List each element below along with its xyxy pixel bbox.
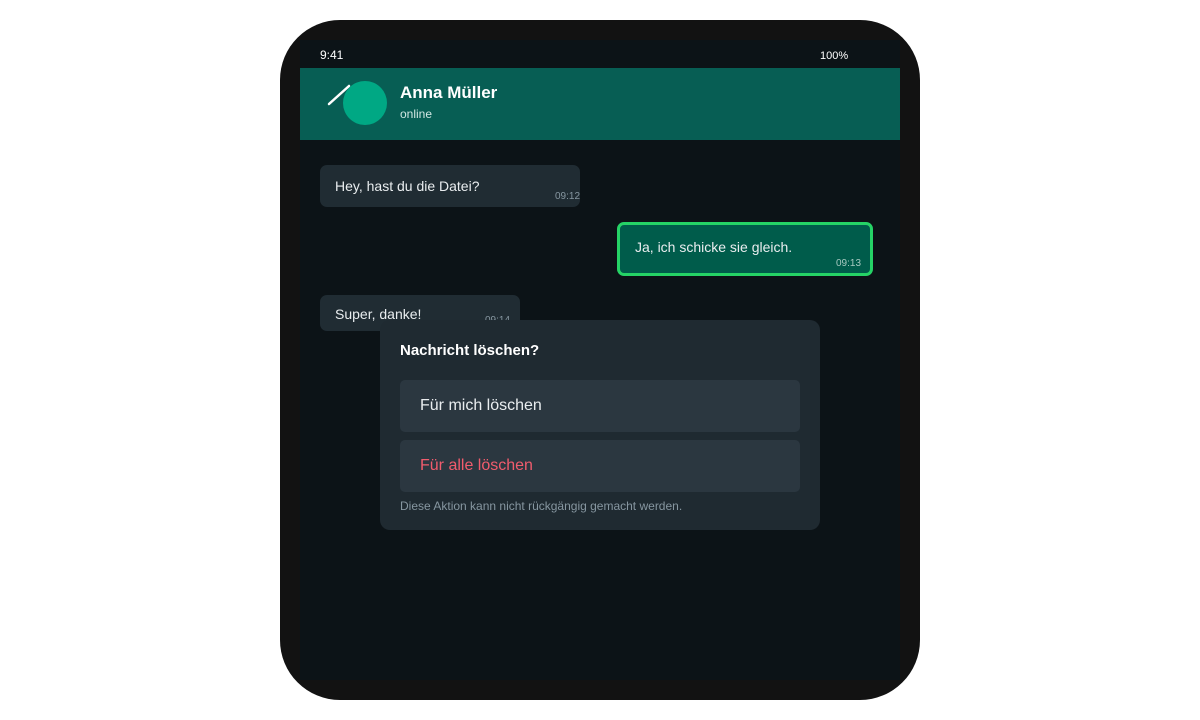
message-bubble-incoming[interactable]: Hey, hast du die Datei? 09:12 <box>320 165 580 207</box>
dialog-warning-note: Diese Aktion kann nicht rückgängig gemac… <box>400 499 683 513</box>
status-bar: 9:41 100% <box>300 40 900 68</box>
message-time: 09:12 <box>555 191 580 202</box>
status-time: 9:41 <box>320 48 344 62</box>
message-time: 09:13 <box>836 258 862 269</box>
message-text: Ja, ich schicke sie gleich. <box>635 239 793 255</box>
dialog-title: Nachricht löschen? <box>400 342 540 359</box>
chat-header: Anna Müller online <box>300 68 900 140</box>
contact-status: online <box>400 107 433 121</box>
delete-for-me-button[interactable]: Für mich löschen <box>400 380 800 432</box>
delete-for-me-label: Für mich löschen <box>420 397 542 414</box>
chat-screen: 9:41 100% Anna Müller online Hey, hast d… <box>300 40 900 680</box>
delete-message-dialog: Nachricht löschen? Für mich löschen Für … <box>380 320 820 530</box>
message-text: Hey, hast du die Datei? <box>335 178 480 194</box>
phone-frame: 9:41 100% Anna Müller online Hey, hast d… <box>280 20 920 700</box>
contact-name[interactable]: Anna Müller <box>400 83 497 103</box>
message-bubble-outgoing-selected[interactable]: Ja, ich schicke sie gleich. 09:13 <box>617 222 873 276</box>
avatar[interactable] <box>343 81 387 125</box>
delete-for-everyone-button[interactable]: Für alle löschen <box>400 440 800 492</box>
delete-for-everyone-label: Für alle löschen <box>420 457 533 474</box>
battery-level: 100% <box>820 50 849 62</box>
